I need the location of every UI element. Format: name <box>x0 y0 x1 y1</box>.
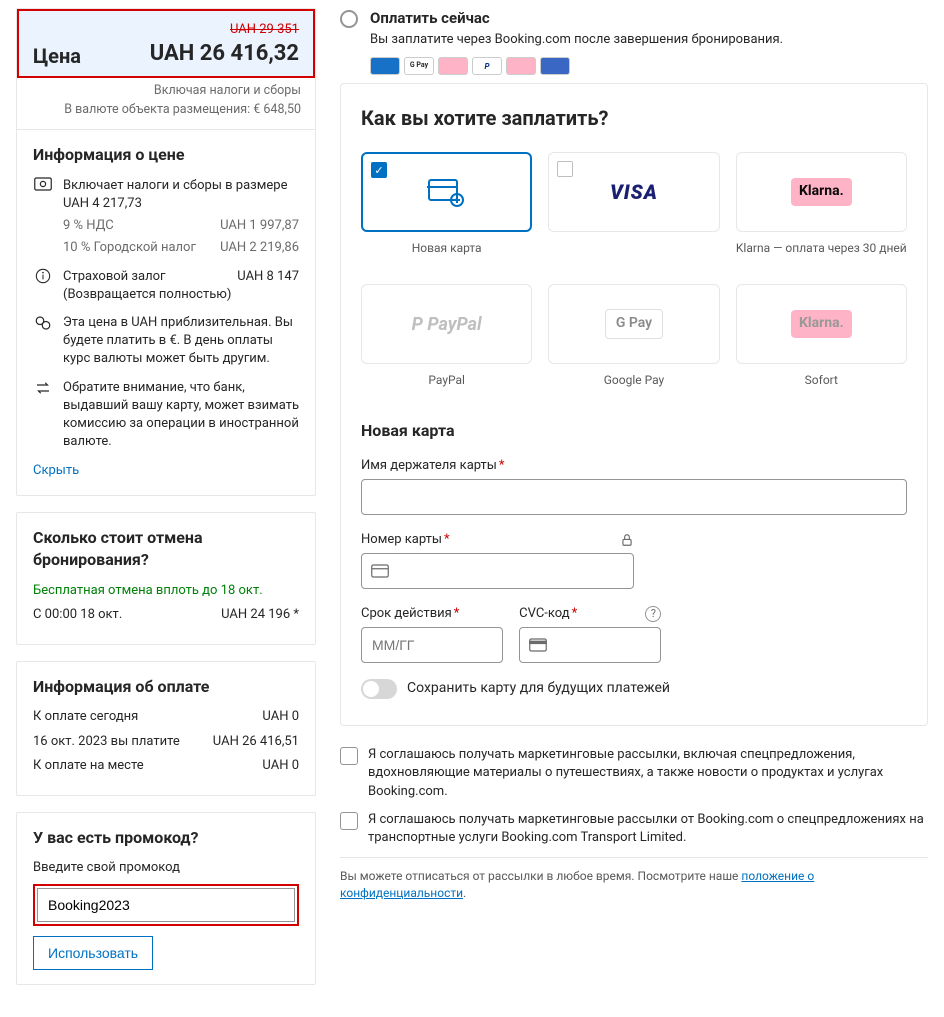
pay-row: 16 окт. 2023 вы платите UAH 26 416,51 <box>33 733 299 751</box>
hide-link[interactable]: Скрыть <box>33 463 79 478</box>
pay-row: К оплате сегодня UAH 0 <box>33 708 299 726</box>
checkbox-icon <box>557 161 573 177</box>
gpay-logo: G Pay <box>605 309 663 339</box>
payment-heading: Как вы хотите заплатить? <box>361 104 907 132</box>
card-icon <box>371 564 389 578</box>
method-sofort[interactable]: Klarna. <box>736 284 907 364</box>
apply-promo-button[interactable]: Использовать <box>33 936 153 970</box>
deposit-label: Страховой залог <box>63 268 165 286</box>
pay-now-desc: Вы заплатите через Booking.com после зав… <box>370 31 928 49</box>
visa-logo: VISA <box>610 178 658 206</box>
bank-note: Обратите внимание, что банк, выдавший ва… <box>63 379 299 452</box>
price-current: UAH 26 416,32 <box>150 39 299 70</box>
pay-method-icons: P <box>370 57 928 75</box>
card-plus-icon <box>427 176 467 208</box>
promo-title: У вас есть промокод? <box>33 827 299 849</box>
pay-row: К оплате на месте UAH 0 <box>33 757 299 775</box>
price-summary-card: Цена UAH 29 351 UAH 26 416,32 Включая на… <box>16 8 316 496</box>
card-form-title: Новая карта <box>361 420 907 442</box>
klarna-grey-logo: Klarna. <box>791 310 852 338</box>
paypal-icon: P <box>472 57 502 75</box>
payinfo-title: Информация об оплате <box>33 676 299 698</box>
approx-note: Эта цена в UAH приблизительная. Вы будет… <box>63 314 299 369</box>
klarna-icon <box>438 57 468 75</box>
free-cancel-line: Бесплатная отмена вплоть до 18 окт. <box>33 582 299 600</box>
method-label: Sofort <box>805 372 838 400</box>
currency-icon <box>33 314 53 369</box>
deposit-value: UAH 8 147 <box>237 268 299 286</box>
price-subtext: Включая налоги и сборы В валюте объекта … <box>17 78 315 130</box>
cancel-title: Сколько стоит отмена бронирования? <box>33 527 299 572</box>
method-label: Google Pay <box>604 372 664 400</box>
privacy-note: Вы можете отписаться от рассылки в любое… <box>340 857 928 902</box>
price-original: UAH 29 351 <box>150 21 299 39</box>
price-header: Цена UAH 29 351 UAH 26 416,32 <box>17 9 315 78</box>
method-visa[interactable]: VISA <box>548 152 719 232</box>
radio-icon[interactable] <box>340 10 358 28</box>
lock-icon <box>620 533 634 547</box>
paypal-logo: P PayPal <box>412 312 482 337</box>
cancellation-card: Сколько стоит отмена бронирования? Беспл… <box>16 512 316 645</box>
pay-now-title: Оплатить сейчас <box>370 8 928 29</box>
card-number-input[interactable] <box>361 553 634 589</box>
promo-card: У вас есть промокод? Введите свой промок… <box>16 812 316 985</box>
money-icon <box>33 177 53 258</box>
gpay-icon <box>404 57 434 75</box>
method-label: Новая карта <box>412 240 482 268</box>
expiry-input[interactable] <box>361 627 503 663</box>
pay-now-option[interactable]: Оплатить сейчас Вы заплатите через Booki… <box>340 8 928 75</box>
klarna-icon <box>506 57 536 75</box>
consent-text-2: Я соглашаюсь получать маркетинговые расс… <box>368 811 928 847</box>
card-back-icon <box>529 638 547 652</box>
promo-input[interactable] <box>37 888 295 922</box>
consent-row: Я соглашаюсь получать маркетинговые расс… <box>340 811 928 847</box>
method-new-card[interactable]: ✓ <box>361 152 532 232</box>
consent-row: Я соглашаюсь получать маркетинговые расс… <box>340 746 928 801</box>
consent-checkbox-1[interactable] <box>340 747 358 765</box>
checkmark-icon: ✓ <box>371 162 387 178</box>
price-label: Цена <box>33 42 81 70</box>
cardholder-input[interactable] <box>361 479 907 515</box>
klarna-logo: Klarna. <box>791 178 852 206</box>
method-label: PayPal <box>428 372 465 400</box>
promo-label: Введите свой промокод <box>33 859 299 877</box>
exchange-icon <box>33 379 53 452</box>
consent-checkbox-2[interactable] <box>340 812 358 830</box>
taxes-line: Включает налоги и сборы в размере UAH 4 … <box>63 177 299 213</box>
consent-text-1: Я соглашаюсь получать маркетинговые расс… <box>368 746 928 801</box>
card-icon <box>370 57 400 75</box>
save-card-label: Сохранить карту для будущих платежей <box>407 679 670 699</box>
payment-panel: Как вы хотите заплатить? ✓ Новая карта <box>340 83 928 726</box>
info-icon <box>33 268 53 304</box>
misc-pay-icon <box>540 57 570 75</box>
save-card-toggle[interactable] <box>361 679 397 699</box>
help-icon[interactable]: ? <box>645 606 661 622</box>
price-info-title: Информация о цене <box>33 144 299 166</box>
method-gpay[interactable]: G Pay <box>548 284 719 364</box>
method-klarna-30[interactable]: Klarna. <box>736 152 907 232</box>
method-label: Klarna — оплата через 30 дней <box>736 240 907 268</box>
method-paypal[interactable]: P PayPal <box>361 284 532 364</box>
payment-info-card: Информация об оплате К оплате сегодня UA… <box>16 661 316 796</box>
